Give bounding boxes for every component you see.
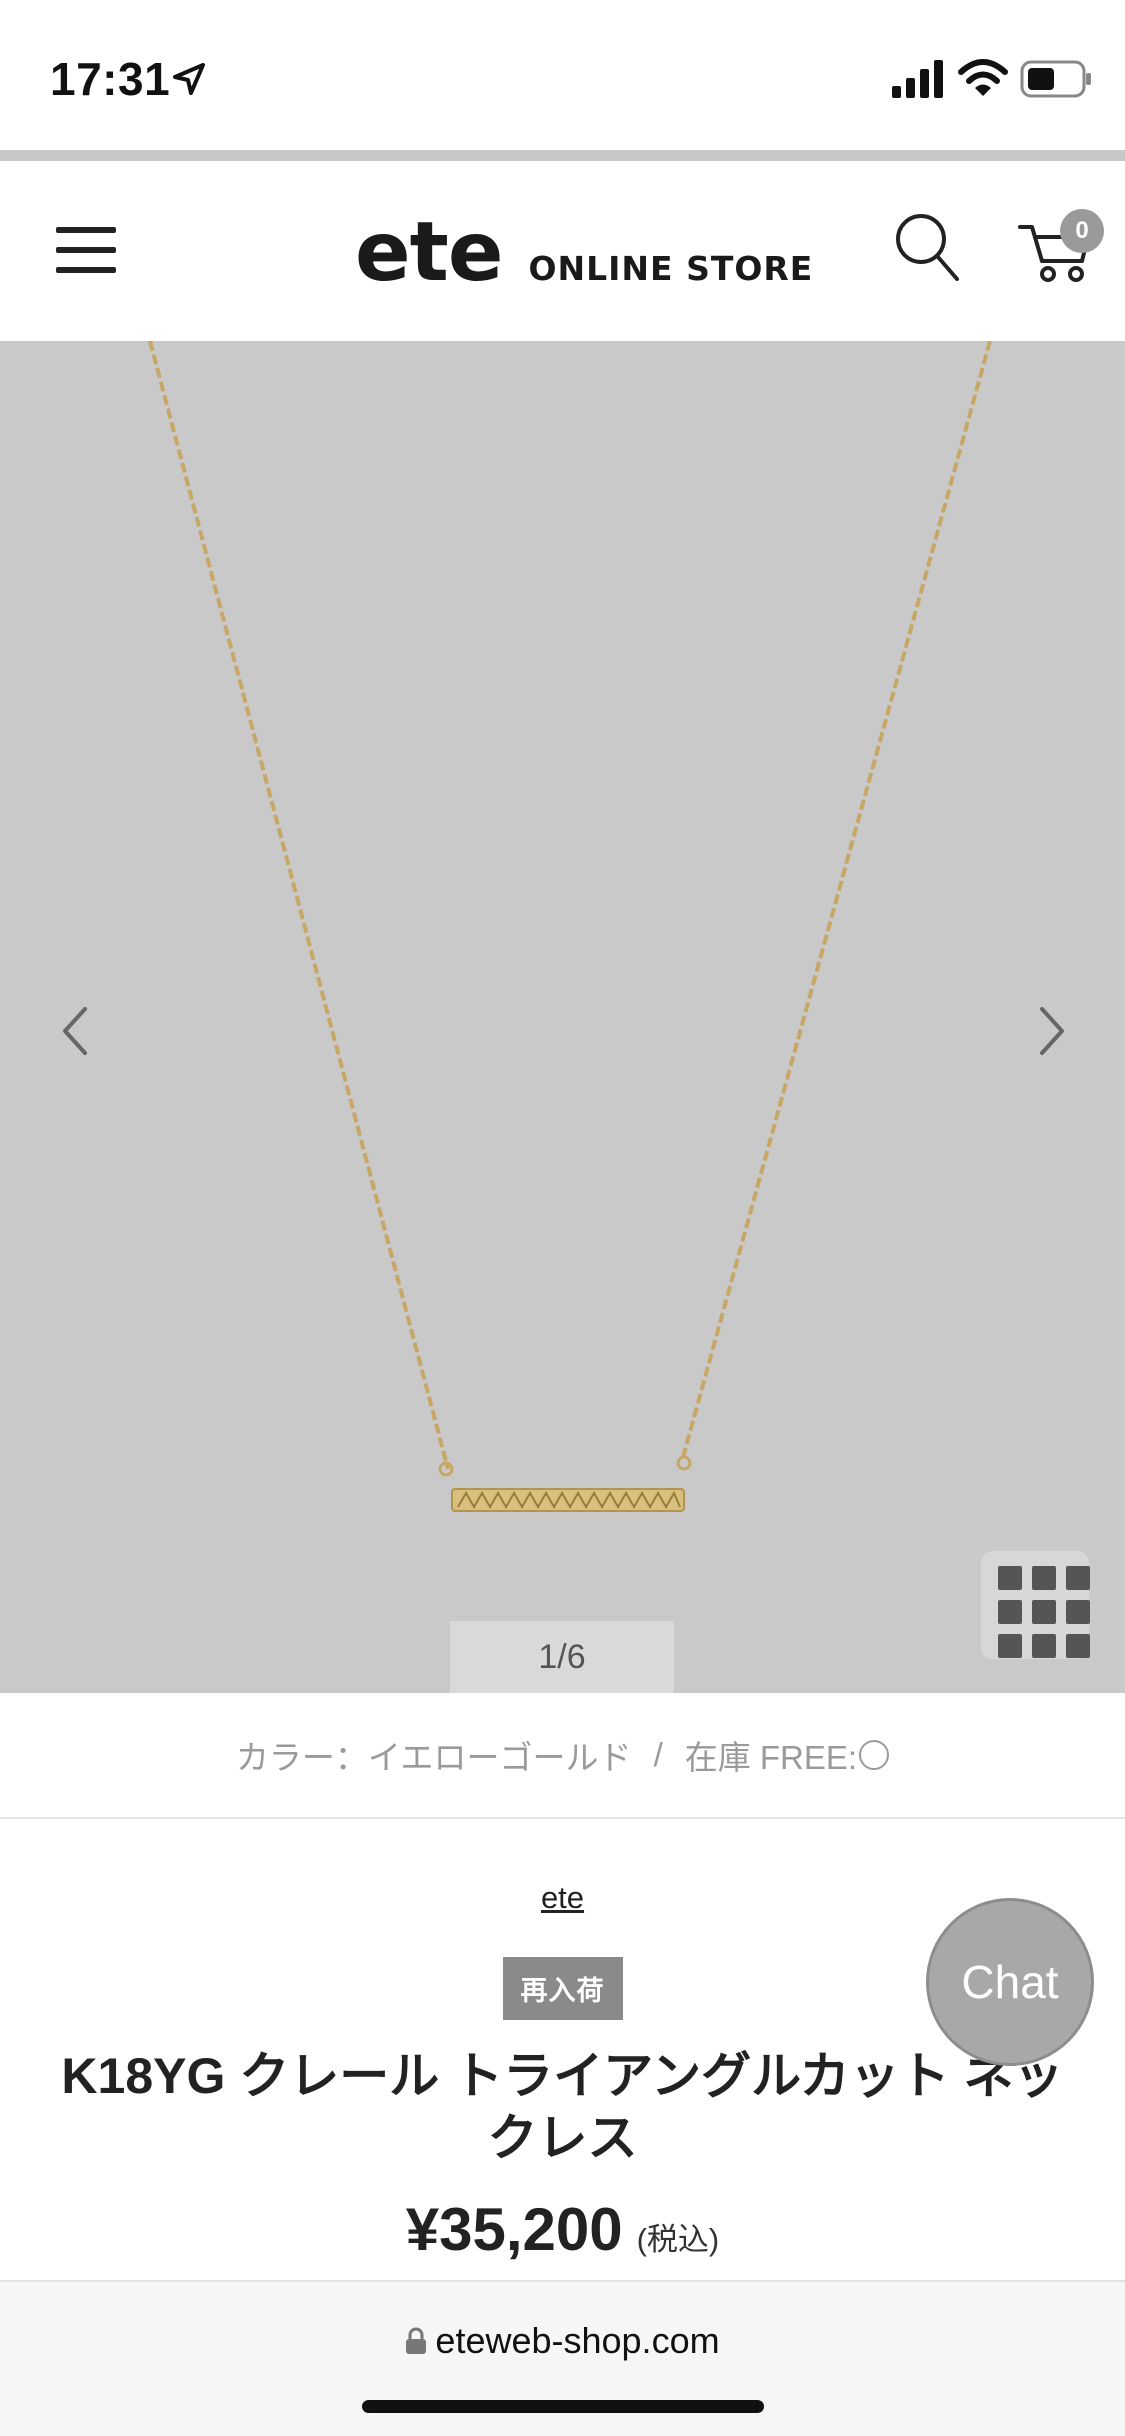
color-stock-line: カラー：イエローゴールド / 在庫 FREE: [0,1693,1125,1819]
product-image-gallery[interactable]: 1/6 [0,341,1125,1693]
store-logo[interactable]: ete ONLINE STORE [355,205,814,300]
separator: / [653,1736,663,1773]
hamburger-menu-icon[interactable] [56,227,116,275]
product-title: K18YG クレール トライアングルカット ネックレス [61,2048,1064,2166]
image-pager: 1/6 [450,1621,674,1693]
battery-icon [1020,60,1091,98]
search-icon[interactable] [893,211,961,283]
chevron-left-icon[interactable] [55,1001,95,1061]
wifi-icon [958,59,1008,96]
chevron-right-icon[interactable] [1032,1001,1072,1061]
logo-subtitle: ONLINE STORE [528,249,814,288]
cart-count-badge: 0 [1060,209,1104,253]
chat-button[interactable]: Chat [926,1898,1094,2066]
site-header: ete ONLINE STORE 0 [0,161,1125,341]
stock-label: 在庫 FREE: [684,1739,858,1776]
location-arrow-icon [173,63,205,95]
thumbnail-grid-icon[interactable] [981,1551,1090,1659]
home-indicator[interactable] [362,2400,764,2413]
product-price: ¥35,200 [405,2196,623,2263]
url-text: eteweb-shop.com [435,2320,720,2361]
logo-mark: ete [355,205,503,300]
in-stock-circle-icon [859,1740,890,1770]
restock-badge: 再入荷 [502,1957,623,2020]
price-row: ¥35,200 (税込) [0,2195,1125,2264]
product-photo [0,341,1125,1693]
url-display[interactable]: eteweb-shop.com [0,2320,1125,2362]
cellular-signal-icon [892,60,943,98]
lock-icon [406,2327,427,2354]
tax-note: (税込) [636,2222,720,2257]
status-time: 17:31 [50,53,171,105]
status-bar: 17:31 [0,0,1125,150]
browser-address-bar[interactable]: eteweb-shop.com [0,2280,1125,2436]
brand-link[interactable]: ete [0,1880,1125,1916]
color-label: カラー：イエローゴールド [235,1739,632,1776]
page-load-strip [0,150,1125,161]
